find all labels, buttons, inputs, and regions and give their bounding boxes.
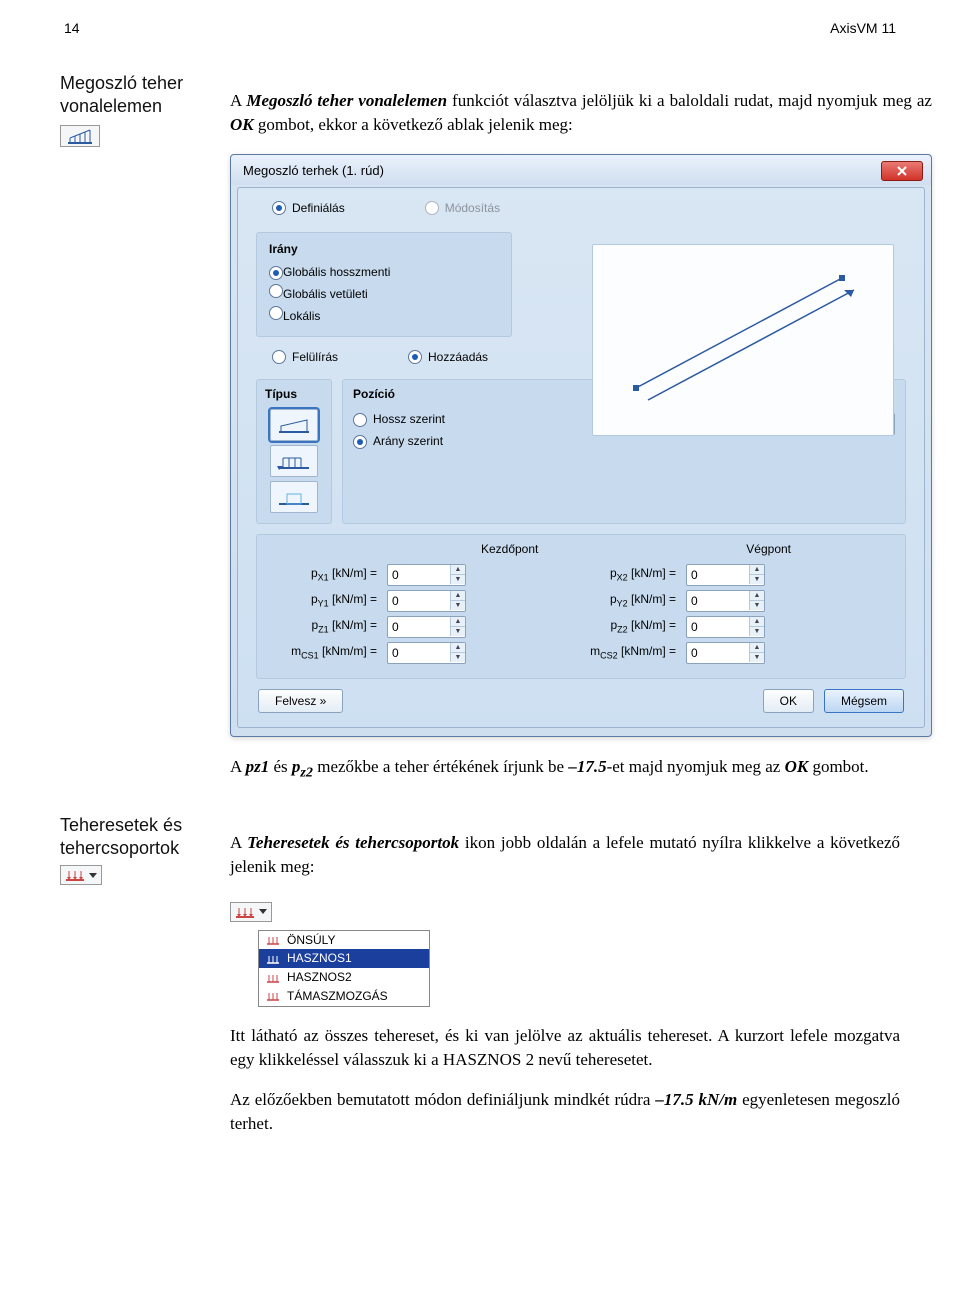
close-icon bbox=[896, 166, 908, 176]
load-case-item[interactable]: HASZNOS2 bbox=[259, 968, 429, 987]
radio-define[interactable]: Definiálás bbox=[272, 200, 345, 217]
load-case-icon bbox=[265, 973, 281, 983]
col-end: Végpont bbox=[746, 541, 791, 558]
cancel-button[interactable]: Mégsem bbox=[824, 689, 904, 713]
stepper-icon[interactable]: ▲▼ bbox=[749, 643, 764, 662]
sect1-p2: A pz1 és pz2 mezőkbe a teher értékének í… bbox=[230, 755, 932, 783]
distributed-load-icon bbox=[60, 125, 100, 147]
label-position: Pozíció bbox=[353, 386, 533, 403]
type-partial-button[interactable] bbox=[270, 481, 318, 513]
load-row: pZ1 [kN/m] =▲▼pZ2 [kN/m] =▲▼ bbox=[267, 616, 895, 638]
stepper-icon[interactable]: ▲▼ bbox=[749, 617, 764, 636]
load-diagram bbox=[592, 244, 894, 436]
load-start-input[interactable]: ▲▼ bbox=[387, 642, 466, 664]
load-case-item[interactable]: HASZNOS1 bbox=[259, 949, 429, 968]
load-end-input[interactable]: ▲▼ bbox=[686, 564, 765, 586]
load-case-name: ÖNSÚLY bbox=[287, 932, 335, 949]
load-case-icon bbox=[235, 905, 255, 919]
distributed-load-dialog: Megoszló terhek (1. rúd) Definiálás Módo… bbox=[230, 154, 932, 737]
apply-button[interactable]: Felvesz » bbox=[258, 689, 343, 713]
load-row: pY1 [kN/m] =▲▼pY2 [kN/m] =▲▼ bbox=[267, 590, 895, 612]
load-case-icon bbox=[265, 954, 281, 964]
label-type: Típus bbox=[263, 386, 325, 403]
dialog-title: Megoszló terhek (1. rúd) bbox=[243, 162, 384, 180]
load-end-input[interactable]: ▲▼ bbox=[686, 642, 765, 664]
sect2-p3: Az előzőekben bemutatott módon definiálj… bbox=[230, 1088, 900, 1136]
load-case-item[interactable]: ÖNSÚLY bbox=[259, 931, 429, 950]
load-row: mCS1 [kNm/m] =▲▼mCS2 [kNm/m] =▲▼ bbox=[267, 642, 895, 664]
radio-global-proj[interactable]: Globális vetületi bbox=[269, 284, 499, 303]
radio-overwrite[interactable]: Felülírás bbox=[272, 349, 338, 366]
section-title-load-cases: Teheresetek és tehercsoportok bbox=[60, 814, 210, 859]
radio-modify[interactable]: Módosítás bbox=[425, 200, 500, 217]
section-title-distributed-load: Megoszló teher vonalelemen bbox=[60, 72, 210, 117]
load-end-input[interactable]: ▲▼ bbox=[686, 590, 765, 612]
load-case-list[interactable]: ÖNSÚLYHASZNOS1 HASZNOS2 TÁMASZMOZGÁS bbox=[258, 930, 430, 1007]
chevron-down-icon bbox=[259, 909, 267, 914]
radio-by-ratio[interactable]: Arány szerint bbox=[353, 433, 443, 450]
stepper-icon[interactable]: ▲▼ bbox=[749, 565, 764, 584]
type-trapezoid-button[interactable] bbox=[270, 409, 318, 441]
sect1-p1: A Megoszló teher vonalelemen funkciót vá… bbox=[230, 89, 932, 137]
load-case-name: HASZNOS2 bbox=[287, 969, 352, 986]
ok-button[interactable]: OK bbox=[763, 689, 814, 713]
col-start: Kezdőpont bbox=[481, 541, 538, 558]
load-case-menu: ÖNSÚLYHASZNOS1 HASZNOS2 TÁMASZMOZGÁS bbox=[230, 896, 900, 1007]
radio-local[interactable]: Lokális bbox=[269, 306, 499, 325]
radio-global-long[interactable]: Globális hosszmenti bbox=[269, 264, 499, 281]
load-row: pX1 [kN/m] =▲▼pX2 [kN/m] =▲▼ bbox=[267, 564, 895, 586]
stepper-icon[interactable]: ▲▼ bbox=[450, 565, 465, 584]
stepper-icon[interactable]: ▲▼ bbox=[749, 591, 764, 610]
load-case-item[interactable]: TÁMASZMOZGÁS bbox=[259, 987, 429, 1006]
load-start-input[interactable]: ▲▼ bbox=[387, 616, 466, 638]
label-direction: Irány bbox=[269, 241, 499, 258]
sect2-p2: Itt látható az összes tehereset, és ki v… bbox=[230, 1024, 900, 1072]
radio-by-length[interactable]: Hossz szerint bbox=[353, 411, 445, 428]
load-cases-dropdown-icon[interactable] bbox=[60, 865, 102, 885]
product-name: AxisVM 11 bbox=[830, 20, 896, 36]
page-number: 14 bbox=[64, 20, 80, 36]
load-case-menu-button[interactable] bbox=[230, 902, 272, 922]
stepper-icon[interactable]: ▲▼ bbox=[450, 617, 465, 636]
load-case-icon bbox=[265, 991, 281, 1001]
close-button[interactable] bbox=[881, 161, 923, 181]
load-case-name: HASZNOS1 bbox=[287, 950, 352, 967]
radio-add[interactable]: Hozzáadás bbox=[408, 349, 488, 366]
load-case-name: TÁMASZMOZGÁS bbox=[287, 988, 388, 1005]
sect2-p1: A Teheresetek és tehercsoportok ikon job… bbox=[230, 831, 900, 879]
load-start-input[interactable]: ▲▼ bbox=[387, 564, 466, 586]
chevron-down-icon bbox=[89, 873, 97, 878]
load-case-icon bbox=[65, 868, 85, 882]
type-uniform-button[interactable] bbox=[270, 445, 318, 477]
load-start-input[interactable]: ▲▼ bbox=[387, 590, 466, 612]
stepper-icon[interactable]: ▲▼ bbox=[450, 643, 465, 662]
load-end-input[interactable]: ▲▼ bbox=[686, 616, 765, 638]
load-case-icon bbox=[265, 935, 281, 945]
stepper-icon[interactable]: ▲▼ bbox=[450, 591, 465, 610]
